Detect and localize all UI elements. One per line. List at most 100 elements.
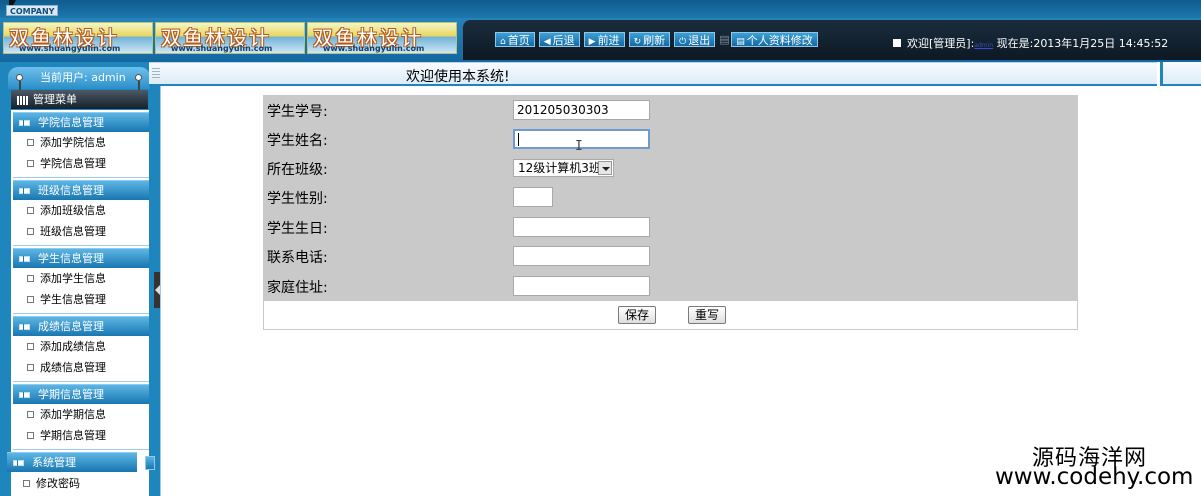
chevron-down-icon — [598, 161, 612, 175]
nav-separator-icon: ▤ — [719, 33, 730, 46]
sidebar-item-label: 班级信息管理 — [40, 225, 106, 238]
logo-url: www.shuangyulin.com — [323, 44, 425, 53]
page-title: 欢迎使用本系统! — [406, 69, 510, 85]
back-label: 后退 — [552, 34, 575, 47]
text-cursor-icon: I — [575, 139, 583, 154]
refresh-button[interactable]: ↻ 刷新 — [628, 32, 671, 47]
sidebar-group-label: 系统管理 — [32, 456, 76, 469]
sidebar-item-manage-score[interactable]: 成绩信息管理 — [27, 360, 106, 376]
profile-edit-button[interactable]: ▤ 个人资料修改 — [731, 32, 818, 47]
sidebar-item-change-password[interactable]: 修改密码 — [23, 476, 80, 492]
group-icon — [19, 392, 30, 398]
sidebar-group-student[interactable]: 学生信息管理 — [13, 248, 149, 268]
right-frame-edge — [1157, 62, 1201, 496]
sidebar-divider — [13, 245, 149, 246]
student-id-input[interactable] — [513, 100, 650, 120]
sidebar-group-label: 班级信息管理 — [38, 184, 104, 197]
site-logo: 双鱼林设计 www.shuangyulin.com — [155, 22, 305, 54]
sidebar-item-label: 学生信息管理 — [40, 293, 106, 306]
sidebar-group-label: 学院信息管理 — [38, 116, 104, 129]
sidebar-item-label: 添加班级信息 — [40, 204, 106, 217]
phone-label: 联系电话: — [267, 250, 328, 266]
group-icon — [19, 120, 30, 126]
logout-label: 退出 — [688, 34, 711, 47]
sidebar-group-label: 成绩信息管理 — [38, 320, 104, 333]
group-icon — [19, 256, 30, 262]
address-input[interactable] — [513, 276, 650, 296]
home-button[interactable]: ⌂ 首页 — [495, 32, 535, 47]
logo-url: www.shuangyulin.com — [19, 44, 121, 53]
class-label: 所在班级: — [267, 162, 328, 178]
top-nav: ⌂ 首页 ◀ 后退 ▶ 前进 ↻ 刷新 ⏻ 退出 ▤ ▤ 个人资料修改 — [495, 32, 818, 47]
bullet-square-icon — [893, 39, 901, 47]
sidebar-group-system[interactable]: 系统管理 — [7, 452, 137, 472]
top-header: COMPANY 双鱼林设计 www.shuangyulin.com 双鱼林设计 … — [0, 0, 1201, 62]
sidebar-item-manage-class[interactable]: 班级信息管理 — [27, 224, 106, 240]
company-badge: COMPANY — [6, 5, 59, 16]
logout-button[interactable]: ⏻ 退出 — [674, 32, 716, 47]
sidebar-item-label: 成绩信息管理 — [40, 361, 106, 374]
sidebar-item-manage-term[interactable]: 学期信息管理 — [27, 428, 106, 444]
doc-icon — [27, 139, 34, 146]
watermark-url: www.codehy.com — [995, 464, 1194, 490]
doc-icon — [27, 160, 34, 167]
sidebar-group-college[interactable]: 学院信息管理 — [13, 112, 149, 132]
sidebar-item-label: 添加学院信息 — [40, 136, 106, 149]
sidebar-item-add-term[interactable]: 添加学期信息 — [27, 407, 106, 423]
sidebar-group-class[interactable]: 班级信息管理 — [13, 180, 149, 200]
sidebar-divider — [13, 313, 149, 314]
menu-title-label: 管理菜单 — [33, 93, 77, 106]
pin-icon — [16, 74, 23, 90]
student-form: 学生学号: 学生姓名: 所在班级: 12级计算机3班 学生性别: 学生生日: 联… — [263, 95, 1078, 330]
back-button[interactable]: ◀ 后退 — [538, 32, 580, 47]
sidebar-item-add-student[interactable]: 添加学生信息 — [27, 271, 106, 287]
sidebar-item-manage-student[interactable]: 学生信息管理 — [27, 292, 106, 308]
doc-icon — [27, 275, 34, 282]
site-logo: 双鱼林设计 www.shuangyulin.com — [307, 22, 457, 54]
grip-icon — [152, 68, 160, 80]
sidebar-item-add-college[interactable]: 添加学院信息 — [27, 135, 106, 151]
forward-label: 前进 — [597, 34, 620, 47]
sidebar-divider — [13, 449, 149, 450]
menu-title: 管理菜单 — [11, 90, 148, 109]
forward-button[interactable]: ▶ 前进 — [583, 32, 625, 47]
sidebar-item-label: 添加学期信息 — [40, 408, 106, 421]
profile-icon: ▤ — [736, 37, 745, 47]
doc-icon — [27, 364, 34, 371]
sidebar-divider — [13, 177, 149, 178]
logo-url: www.shuangyulin.com — [171, 44, 273, 53]
doc-icon — [27, 296, 34, 303]
birthday-label: 学生生日: — [267, 221, 328, 237]
gender-label: 学生性别: — [267, 191, 328, 207]
current-time: 现在是:2013年1月25日 14:45:52 — [996, 37, 1169, 50]
arrow-left-icon: ◀ — [543, 37, 551, 47]
welcome-user-link[interactable]: admin — [974, 42, 993, 49]
form-fields-area — [264, 96, 1077, 301]
main-title-bar: 欢迎使用本系统! — [149, 62, 1160, 86]
sidebar-item-add-score[interactable]: 添加成绩信息 — [27, 339, 106, 355]
save-button[interactable]: 保存 — [618, 306, 657, 324]
group-icon — [13, 460, 24, 466]
menu-grid-icon — [17, 96, 29, 105]
doc-icon — [27, 411, 34, 418]
sidebar-group-term[interactable]: 学期信息管理 — [13, 384, 149, 404]
collapse-tab-icon[interactable] — [145, 456, 155, 470]
reset-button[interactable]: 重写 — [688, 306, 727, 324]
arrow-right-icon: ▶ — [588, 37, 596, 47]
home-label: 首页 — [507, 34, 530, 47]
sidebar-item-manage-college[interactable]: 学院信息管理 — [27, 156, 106, 172]
sidebar-item-label: 学院信息管理 — [40, 157, 106, 170]
gender-input[interactable] — [513, 187, 553, 207]
welcome-status: 欢迎[管理员]:admin 现在是:2013年1月25日 14:45:52 — [893, 35, 1168, 51]
group-icon — [19, 324, 30, 330]
birthday-input[interactable] — [513, 217, 650, 237]
class-select[interactable]: 12级计算机3班 — [513, 159, 614, 177]
doc-icon — [27, 207, 34, 214]
power-icon: ⏻ — [679, 37, 687, 47]
sidebar-group-label: 学期信息管理 — [38, 388, 104, 401]
sidebar-item-label: 学期信息管理 — [40, 429, 106, 442]
sidebar-item-add-class[interactable]: 添加班级信息 — [27, 203, 106, 219]
doc-icon — [27, 343, 34, 350]
sidebar-group-score[interactable]: 成绩信息管理 — [13, 316, 149, 336]
phone-input[interactable] — [513, 246, 650, 266]
